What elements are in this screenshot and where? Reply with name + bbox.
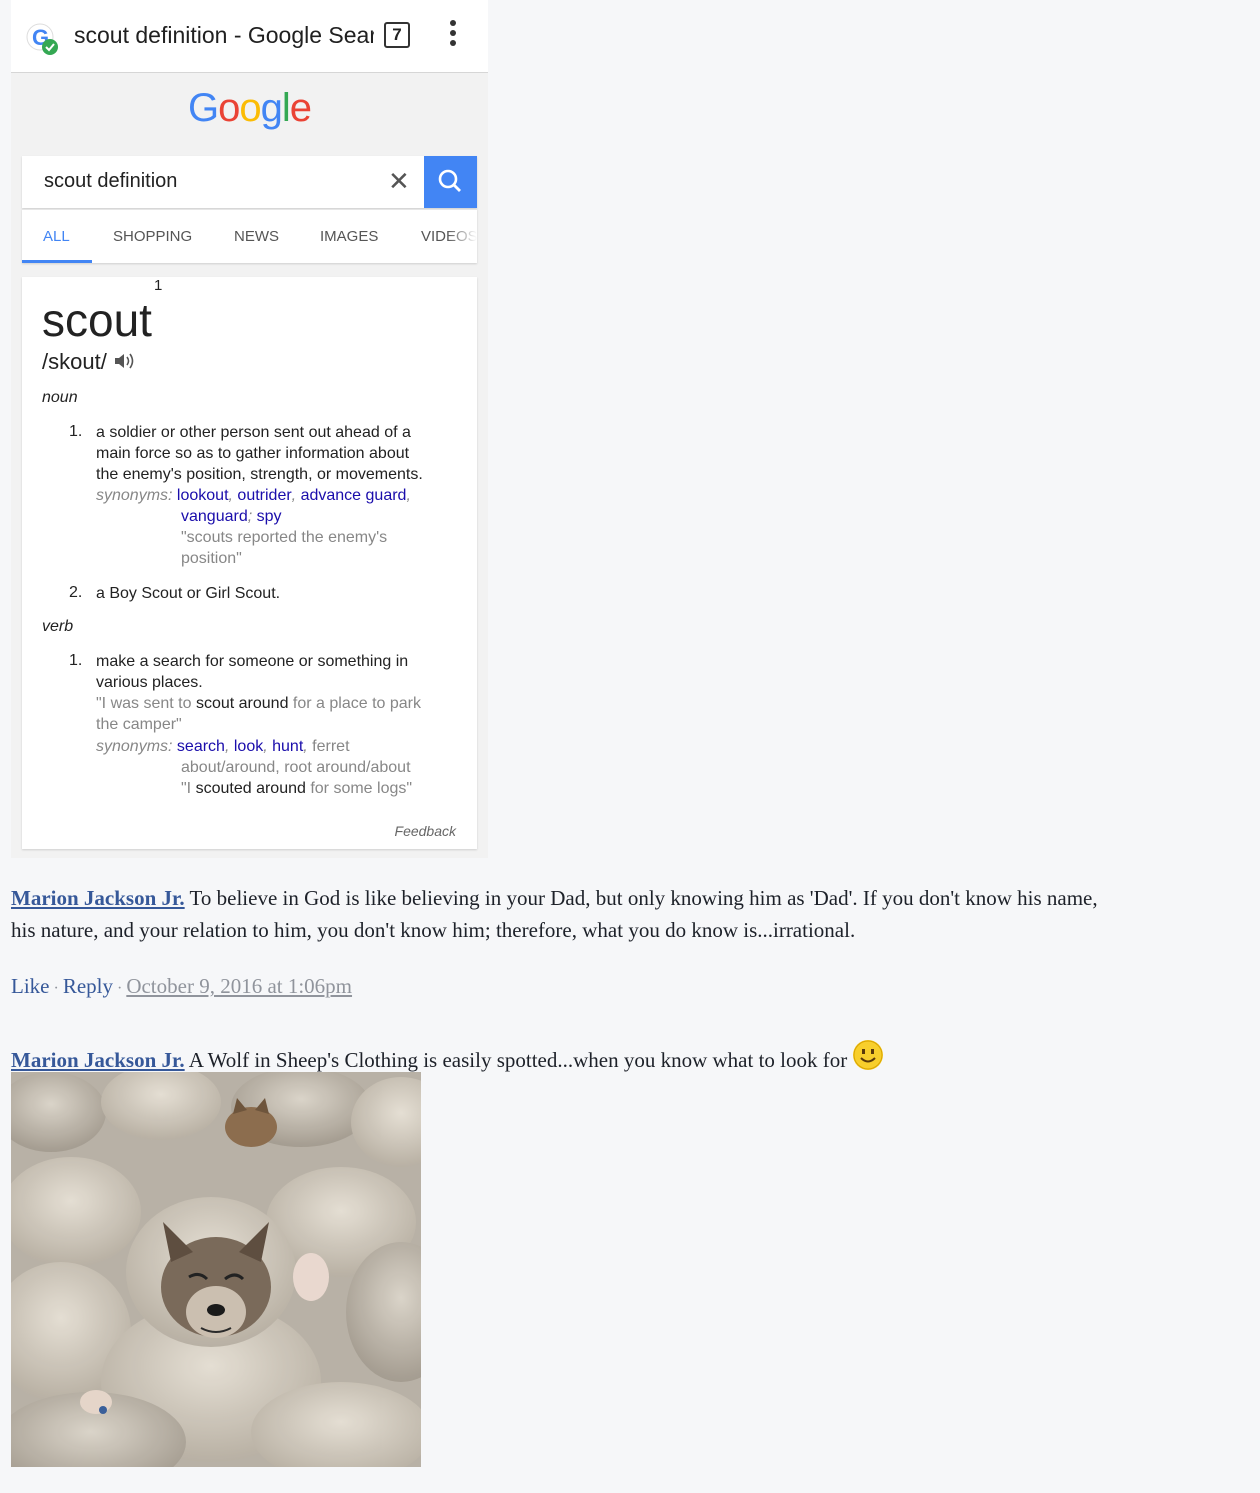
verb-sense-1: make a search for someone or something i…	[96, 653, 409, 691]
logo-letter: e	[289, 86, 312, 130]
synonym-link[interactable]: search	[177, 738, 225, 755]
synonym-link[interactable]: outrider	[237, 487, 291, 504]
speaker-icon[interactable]	[113, 352, 135, 370]
pos-verb: verb	[42, 618, 74, 635]
verb-synonyms-line2: about/around, root around/about	[181, 759, 411, 776]
sense-number: 1.	[69, 652, 83, 669]
wolf-among-sheep-photo[interactable]	[11, 1072, 421, 1467]
search-button[interactable]	[424, 156, 477, 208]
embedded-google-screenshot: G scout definition - Google Searc 7 Goog…	[11, 0, 488, 858]
comment-text-line2: his nature, and your relation to him, yo…	[11, 918, 856, 942]
tab-images[interactable]: IMAGES	[320, 228, 378, 245]
clear-icon[interactable]: ✕	[388, 166, 410, 196]
noun-sense-2: a Boy Scout or Girl Scout.	[96, 585, 281, 602]
pos-noun: noun	[42, 389, 78, 406]
logo-letter: l	[281, 86, 291, 130]
synonym-link[interactable]: vanguard	[181, 508, 248, 525]
synonym-link[interactable]: look	[234, 738, 263, 755]
sense-number: 1.	[69, 423, 83, 440]
verb-example-2: "I scouted around for some logs"	[181, 780, 413, 797]
logo-letter: g	[260, 86, 283, 130]
search-icon	[438, 169, 461, 192]
headword: scout1	[42, 276, 163, 346]
comment-author-link[interactable]: Marion Jackson Jr.	[11, 1048, 185, 1072]
google-app-icon[interactable]: G	[25, 22, 59, 56]
tab-news[interactable]: NEWS	[234, 228, 279, 245]
active-tab-indicator	[22, 260, 92, 263]
tab-all[interactable]: ALL	[43, 228, 70, 245]
comment-author-link[interactable]: Marion Jackson Jr.	[11, 886, 185, 910]
search-tabs: ALL SHOPPING NEWS IMAGES VIDEOS	[22, 209, 477, 263]
synonym-link[interactable]: advance guard	[301, 487, 407, 504]
comment: Marion Jackson Jr. A Wolf in Sheep's Clo…	[11, 1040, 1256, 1076]
google-logo: Google	[11, 86, 488, 131]
noun-synonyms: synonyms: lookout, outrider, advance gua…	[96, 487, 411, 504]
comment-text: To believe in God is like believing in y…	[189, 886, 1098, 910]
reply-link[interactable]: Reply	[63, 974, 113, 998]
logo-letter: o	[218, 86, 240, 130]
tab-title: scout definition - Google Searc	[74, 22, 374, 48]
search-input[interactable]: scout definition	[44, 170, 177, 193]
comment: Marion Jackson Jr. To believe in God is …	[11, 882, 1256, 946]
noun-sense-1: a soldier or other person sent out ahead…	[96, 424, 423, 483]
browser-toolbar: G scout definition - Google Searc 7	[11, 0, 488, 73]
sense-number: 2.	[69, 584, 83, 601]
synonym-link[interactable]: hunt	[272, 738, 303, 755]
smiley-emoji-icon	[852, 1040, 883, 1070]
comment-timestamp[interactable]: October 9, 2016 at 1:06pm	[126, 974, 352, 998]
noun-synonyms-line2: vanguard; spy	[181, 508, 282, 525]
comment-text: A Wolf in Sheep's Clothing is easily spo…	[188, 1048, 848, 1072]
comment-actions: Like · Reply · October 9, 2016 at 1:06pm	[11, 974, 353, 998]
synonym-link[interactable]: spy	[257, 508, 282, 525]
logo-letter: o	[239, 86, 261, 130]
overflow-menu-icon[interactable]	[447, 20, 459, 52]
feedback-link[interactable]: Feedback	[395, 823, 456, 839]
logo-letter: G	[187, 86, 219, 130]
definition-card: scout1 /skout/ noun 1. a soldier or othe…	[22, 277, 477, 849]
tab-switcher-button[interactable]: 7	[384, 22, 410, 48]
tab-shopping[interactable]: SHOPPING	[113, 228, 192, 245]
verb-synonyms: synonyms: search, look, hunt, ferret	[96, 738, 350, 755]
synonym-link[interactable]: lookout	[177, 487, 229, 504]
verb-example: "I was sent to scout around for a place …	[96, 695, 421, 733]
noun-example: "scouts reported the enemy's position"	[181, 529, 388, 567]
search-box: scout definition ✕	[22, 156, 477, 208]
phonetic: /skout/	[42, 349, 135, 375]
like-link[interactable]: Like	[11, 974, 49, 998]
